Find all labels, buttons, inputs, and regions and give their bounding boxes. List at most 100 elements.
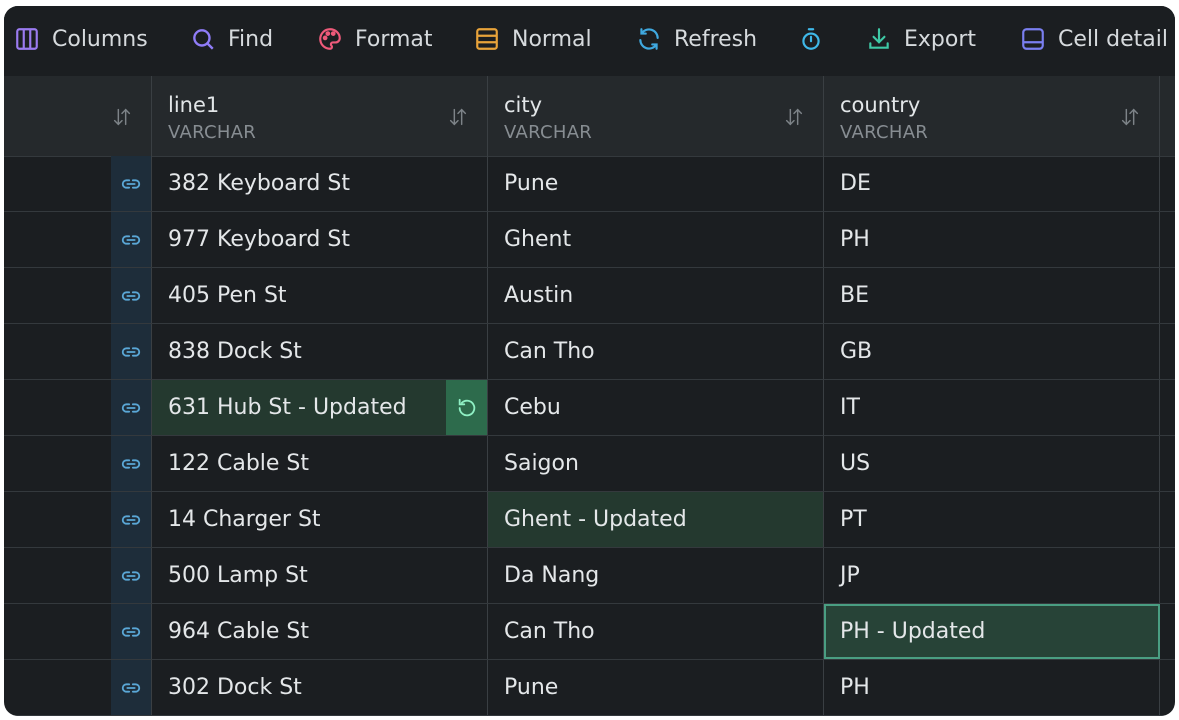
row-number-cell[interactable] (4, 604, 111, 659)
columns-label: Columns (52, 26, 148, 52)
row-link-button[interactable] (111, 660, 152, 715)
cell-value: JP (840, 563, 860, 588)
columns-button[interactable]: Columns (14, 24, 148, 54)
cell-city[interactable]: Austin (488, 268, 824, 323)
cell-line1[interactable]: 500 Lamp St (152, 548, 488, 603)
row-number-cell[interactable] (4, 268, 111, 323)
export-button[interactable]: Export (866, 24, 976, 54)
revert-change-button[interactable] (446, 380, 487, 435)
find-button[interactable]: Find (190, 24, 273, 54)
row-number-cell[interactable] (4, 548, 111, 603)
cell-country[interactable]: GB (824, 324, 1160, 379)
table-row: 382 Keyboard St Pune DE (4, 156, 1175, 212)
cell-line1[interactable]: 838 Dock St (152, 324, 488, 379)
row-link-button[interactable] (111, 268, 152, 323)
column-type: VARCHAR (504, 122, 593, 143)
cell-line1[interactable]: 302 Dock St (152, 660, 488, 715)
cell-city[interactable]: Pune (488, 156, 824, 211)
stopwatch-icon (802, 28, 820, 50)
column-header-country[interactable]: country VARCHAR (824, 76, 1160, 156)
table-row: 405 Pen St Austin BE (4, 268, 1175, 324)
find-label: Find (228, 26, 274, 52)
table-row: 500 Lamp St Da Nang JP (4, 548, 1175, 604)
table-row: 14 Charger St Ghent - Updated PT (4, 492, 1175, 548)
row-link-button[interactable] (111, 604, 152, 659)
cell-country[interactable]: PH - Updated (824, 604, 1160, 659)
link-icon (121, 514, 141, 525)
row-link-button[interactable] (111, 324, 152, 379)
format-label: Format (355, 26, 433, 52)
cell-value: GB (840, 339, 873, 364)
cell-country[interactable]: DE (824, 156, 1160, 211)
export-label: Export (904, 26, 977, 52)
column-name: country (840, 93, 921, 117)
link-icon (121, 234, 141, 245)
cell-value: DE (840, 171, 871, 196)
cell-country[interactable]: PT (824, 492, 1160, 547)
density-normal-button[interactable]: Normal (474, 24, 592, 54)
link-icon (121, 346, 141, 357)
sort-icon[interactable] (111, 106, 133, 128)
search-icon (193, 29, 214, 50)
row-number-cell[interactable] (4, 492, 111, 547)
cell-country[interactable]: PH (824, 660, 1160, 715)
grid-header: line1 VARCHAR city VARCHAR country VARCH… (4, 76, 1175, 157)
cell-country[interactable]: BE (824, 268, 1160, 323)
format-button[interactable]: Format (317, 24, 433, 54)
cell-line1[interactable]: 122 Cable St (152, 436, 488, 491)
cell-line1[interactable]: 405 Pen St (152, 268, 488, 323)
cell-line1[interactable]: 977 Keyboard St (152, 212, 488, 267)
row-number-cell[interactable] (4, 156, 111, 211)
cell-country[interactable]: IT (824, 380, 1160, 435)
cell-line1[interactable]: 382 Keyboard St (152, 156, 488, 211)
link-icon (121, 178, 141, 189)
link-icon (121, 570, 141, 581)
cell-value: 302 Dock St (168, 675, 302, 700)
row-link-button[interactable] (111, 380, 152, 435)
row-number-cell[interactable] (4, 380, 111, 435)
row-number-cell[interactable] (4, 212, 111, 267)
cell-line1[interactable]: 631 Hub St - Updated (152, 380, 488, 435)
cell-city[interactable]: Can Tho (488, 604, 824, 659)
sort-icon[interactable] (1119, 106, 1141, 128)
toolbar: Columns Find Format Normal Refresh Expor… (4, 6, 1175, 77)
row-number-cell[interactable] (4, 660, 111, 715)
row-link-button[interactable] (111, 156, 152, 211)
column-header-city[interactable]: city VARCHAR (488, 76, 824, 156)
density-label: Normal (512, 26, 592, 52)
cell-country[interactable]: US (824, 436, 1160, 491)
cell-detail-button[interactable]: Cell detail (1020, 24, 1168, 54)
cell-line1[interactable]: 14 Charger St (152, 492, 488, 547)
cell-country[interactable]: PH (824, 212, 1160, 267)
sort-icon[interactable] (447, 106, 469, 128)
cell-city[interactable]: Cebu (488, 380, 824, 435)
cell-country[interactable]: JP (824, 548, 1160, 603)
sort-icon[interactable] (783, 106, 805, 128)
cell-city[interactable]: Ghent (488, 212, 824, 267)
cell-value: Da Nang (504, 563, 600, 588)
cell-city[interactable]: Ghent - Updated (488, 492, 824, 547)
row-link-button[interactable] (111, 436, 152, 491)
column-header-line1[interactable]: line1 VARCHAR (152, 76, 488, 156)
cell-value: Can Tho (504, 619, 595, 644)
link-icon (121, 682, 141, 693)
timer-button[interactable] (798, 24, 824, 54)
row-number-cell[interactable] (4, 436, 111, 491)
row-number-cell[interactable] (4, 324, 111, 379)
panel-bottom-icon (1022, 28, 1044, 50)
cell-city[interactable]: Pune (488, 660, 824, 715)
refresh-button[interactable]: Refresh (636, 24, 757, 54)
refresh-label: Refresh (674, 26, 758, 52)
cell-line1[interactable]: 964 Cable St (152, 604, 488, 659)
cell-city[interactable]: Can Tho (488, 324, 824, 379)
undo-icon (458, 398, 475, 416)
cell-city[interactable]: Da Nang (488, 548, 824, 603)
palette-icon (319, 28, 341, 50)
row-link-button[interactable] (111, 212, 152, 267)
cell-city[interactable]: Saigon (488, 436, 824, 491)
row-link-button[interactable] (111, 548, 152, 603)
row-link-button[interactable] (111, 492, 152, 547)
cell-value: Pune (504, 675, 559, 700)
cell-detail-label: Cell detail (1058, 26, 1168, 52)
cell-value: Can Tho (504, 339, 595, 364)
